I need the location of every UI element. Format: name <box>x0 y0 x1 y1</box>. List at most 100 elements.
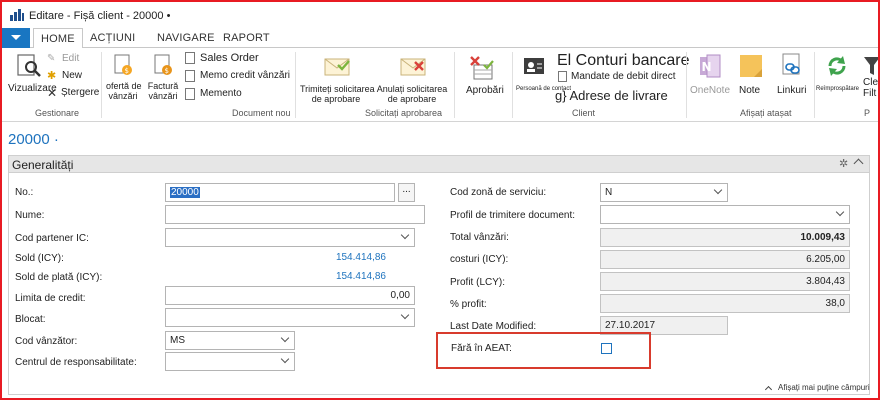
cancel-approval-envelope-icon <box>400 58 426 76</box>
limita-credit-label: Limita de credit: <box>15 293 86 304</box>
blocat-select[interactable] <box>165 308 415 327</box>
conturi-bancare-button[interactable]: El Conturi bancare <box>557 51 692 69</box>
total-vanzari-label: Total vânzări: <box>450 232 509 243</box>
costuri-value: 6.205,00 <box>806 254 845 265</box>
chevron-down-icon <box>835 207 845 217</box>
tab-raport[interactable]: RAPORT <box>223 32 270 44</box>
panel-header[interactable]: Generalități ✲ <box>9 156 869 173</box>
page-title: 20000 · <box>8 131 59 148</box>
adrese-livrare-button[interactable]: g} Adrese de livrare <box>555 88 690 104</box>
new-button[interactable]: ✱ New <box>47 70 87 83</box>
chevron-down-icon <box>400 230 410 240</box>
link-icon <box>782 53 800 75</box>
ribbon-separator <box>814 52 815 118</box>
anulati-label-2: de aprobare <box>387 94 437 104</box>
aprobari-label: Aprobări <box>466 85 504 96</box>
group-document-nou: Document nou <box>232 108 291 118</box>
clear-filter-button[interactable]: Cle Filt <box>860 51 878 101</box>
cod-zona-select[interactable]: N <box>600 183 728 202</box>
factura-vanzari-button[interactable]: $ Factură vânzări <box>144 51 182 101</box>
memento-label: Memento <box>200 88 242 99</box>
sales-order-button[interactable]: Sales Order <box>185 52 295 65</box>
cod-vanzator-select[interactable]: MS <box>165 331 295 350</box>
svg-text:$: $ <box>125 67 129 75</box>
profit-value: 3.804,43 <box>806 276 845 287</box>
cod-vanzator-value: MS <box>170 335 185 346</box>
centru-select[interactable] <box>165 352 295 371</box>
trimiteti-solicitarea-button[interactable]: Trimiteți solicitarea de aprobare <box>300 51 375 104</box>
reimprospatare-label: Reîmprospătare <box>816 86 860 92</box>
nume-input[interactable] <box>165 205 425 224</box>
memo-credit-button[interactable]: Memo credit vânzări <box>185 70 295 83</box>
title-bar: Editare - Fișă client - 20000 • <box>2 2 878 28</box>
app-menu-button[interactable] <box>2 28 30 48</box>
svg-text:$: $ <box>165 67 169 75</box>
procent-profit-value: 38,0 <box>825 298 845 309</box>
costuri-field: 6.205,00 <box>600 250 850 269</box>
linkuri-button[interactable]: Linkuri <box>776 51 810 101</box>
svg-text:N: N <box>702 60 712 74</box>
ribbon-separator <box>101 52 102 118</box>
tab-actiuni[interactable]: ACȚIUNI <box>90 32 135 44</box>
profil-select[interactable] <box>600 205 850 224</box>
aprobari-button[interactable]: Aprobări <box>458 51 508 101</box>
sales-invoice-icon: $ <box>154 54 172 75</box>
anulati-solicitarea-button[interactable]: Anulați solicitarea de aprobare <box>376 51 448 104</box>
document-icon <box>558 71 567 82</box>
ribbon-separator <box>686 52 687 118</box>
group-solicitati-aprobarea: Solicitați aprobarea <box>365 108 443 118</box>
last-modified-label: Last Date Modified: <box>450 321 537 332</box>
refresh-icon <box>828 56 846 76</box>
oferta-label-2: vânzări <box>108 91 138 101</box>
memento-button[interactable]: Memento <box>185 88 295 101</box>
cod-zona-label: Cod zonă de serviciu: <box>450 187 547 198</box>
no-assist-button[interactable]: ... <box>398 183 415 202</box>
cod-vanzator-label: Cod vânzător: <box>15 336 78 347</box>
clear-label-1: Cle <box>863 77 878 88</box>
fara-aeat-checkbox[interactable] <box>601 343 612 354</box>
ribbon: Vizualizare ✎ Edit ✱ New ✕ Ștergere Gest… <box>2 48 878 122</box>
panel-title: Generalități <box>12 158 74 172</box>
limita-credit-input[interactable]: 0,00 <box>165 286 415 305</box>
centru-label: Centrul de responsabilitate: <box>15 357 137 368</box>
chevron-down-icon <box>280 333 290 343</box>
sold-plata-value-link[interactable]: 154.414,86 <box>300 271 386 282</box>
profit-label: Profit (LCY): <box>450 277 506 288</box>
total-vanzari-field: 10.009,43 <box>600 228 850 247</box>
mandate-debit-label: Mandate de debit direct <box>571 71 676 82</box>
cod-partener-select[interactable] <box>165 228 415 247</box>
profil-label: Profil de trimitere document: <box>450 210 576 221</box>
view-document-icon <box>17 54 41 77</box>
show-fewer-fields-link[interactable]: Afișați mai puține câmpuri <box>764 383 872 395</box>
limita-credit-value: 0,00 <box>390 290 410 301</box>
persoana-contact-button[interactable]: Persoană de contact <box>516 51 571 101</box>
profit-field: 3.804,43 <box>600 272 850 291</box>
tab-navigare[interactable]: NAVIGARE <box>157 32 215 44</box>
total-vanzari-value: 10.009,43 <box>800 232 846 243</box>
chevron-up-icon <box>764 385 773 394</box>
edit-label: Edit <box>62 53 80 64</box>
group-gestionare: Gestionare <box>35 108 80 118</box>
stergere-button[interactable]: ✕ Ștergere <box>47 86 100 100</box>
no-input[interactable]: 20000 <box>165 183 395 202</box>
send-approval-envelope-icon <box>324 58 350 76</box>
edit-button[interactable]: ✎ Edit <box>47 53 87 66</box>
collapse-chevron-icon[interactable] <box>853 158 864 169</box>
cod-partener-label: Cod partener IC: <box>15 233 89 244</box>
no-label: No.: <box>15 187 34 198</box>
contact-card-icon <box>524 58 544 74</box>
stergere-label: Ștergere <box>61 87 100 98</box>
onenote-button[interactable]: N OneNote <box>688 51 732 101</box>
group-client: Client <box>572 108 596 118</box>
oferta-vanzari-button[interactable]: $ ofertă de vânzări <box>104 51 142 101</box>
cod-zona-value: N <box>605 187 613 198</box>
reimprospatare-button[interactable]: Reîmprospătare <box>816 51 860 101</box>
show-fewer-fields-label: Afișați mai puține câmpuri <box>778 383 870 392</box>
group-extra: P <box>864 108 871 118</box>
window-title: Editare - Fișă client - 20000 • <box>29 10 171 22</box>
gear-icon[interactable]: ✲ <box>839 157 848 170</box>
tab-home[interactable]: HOME <box>33 28 83 49</box>
sold-value-link[interactable]: 154.414,86 <box>300 252 386 263</box>
note-button[interactable]: Note <box>736 51 766 101</box>
mandate-debit-button[interactable]: Mandate de debit direct <box>558 71 693 84</box>
